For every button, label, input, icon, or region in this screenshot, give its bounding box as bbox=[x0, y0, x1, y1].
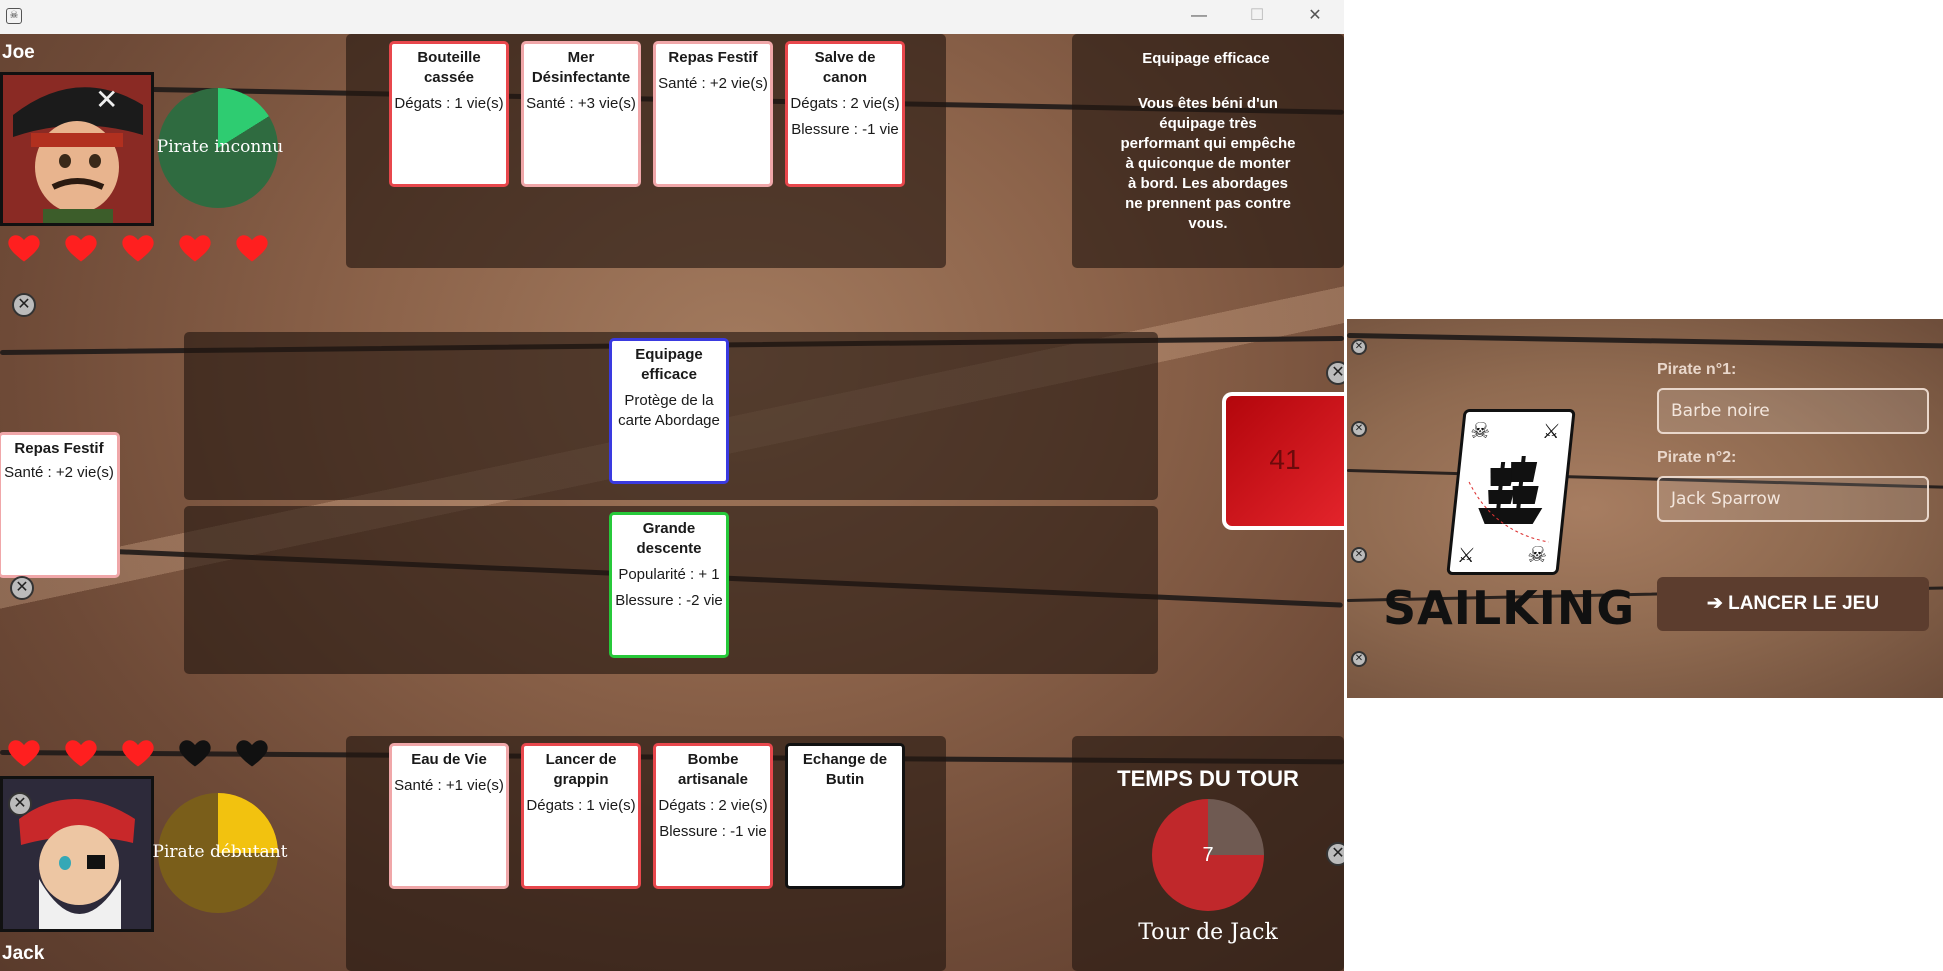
card-effect: Protège de la carte Abordage bbox=[618, 392, 720, 429]
card-title: Eau de Vie bbox=[411, 751, 487, 768]
deck-count: 41 bbox=[1269, 444, 1301, 475]
card-title: Bombe artisanale bbox=[677, 751, 749, 788]
launch-game-button[interactable]: ➔ LANCER LE JEU bbox=[1657, 577, 1929, 631]
player-played-card[interactable]: Grande descente Popularité : + 1 Blessur… bbox=[609, 512, 729, 658]
arrow-right-icon: ➔ bbox=[1706, 593, 1729, 614]
minimize-button[interactable]: — bbox=[1170, 0, 1228, 34]
heart-icon bbox=[6, 735, 42, 771]
pirate-portrait-icon: ✕ bbox=[3, 75, 151, 223]
card-effect: Dégats : 2 vie(s) bbox=[658, 797, 768, 814]
hand-card[interactable]: Salve de canon Dégats : 2 vie(s) Blessure … bbox=[785, 41, 905, 187]
card-effect: Dégats : 1 vie(s) bbox=[394, 95, 504, 112]
hand-card[interactable]: Bouteille cassée Dégats : 1 vie(s) bbox=[389, 41, 509, 187]
player-side-button[interactable]: ✕ bbox=[8, 792, 32, 816]
card-title: Echange de Butin bbox=[802, 751, 888, 788]
pirate-ship-icon: ☠ ⚔ ⚔ ☠ bbox=[1456, 419, 1561, 568]
timer-title: TEMPS DU TOUR bbox=[1117, 766, 1299, 791]
card-title: Repas Festif bbox=[668, 49, 758, 66]
side-button[interactable]: ✕ bbox=[1351, 339, 1367, 355]
info-title: Equipage efficace bbox=[1142, 50, 1270, 67]
deck-side-button[interactable]: ✕ bbox=[1326, 361, 1344, 385]
card-effect: Santé : +2 vie(s) bbox=[4, 464, 114, 481]
heart-icon bbox=[63, 230, 99, 266]
opponent-avatar: ✕ bbox=[0, 72, 154, 226]
card-title: Equipage efficace bbox=[635, 346, 703, 383]
player-name: Jack bbox=[2, 943, 45, 964]
logo-card-image: ☠ ⚔ ⚔ ☠ bbox=[1446, 409, 1576, 575]
draw-deck[interactable]: 41 bbox=[1222, 392, 1344, 530]
game-window: ☠ — ☐ ✕ Joe ✕ Pirate inconnu ✕ Bouteille… bbox=[0, 0, 1344, 971]
svg-text:☠: ☠ bbox=[1469, 419, 1491, 444]
side-button[interactable]: ✕ bbox=[1351, 651, 1367, 667]
opponent-played-card[interactable]: Equipage efficace Protège de la carte Ab… bbox=[609, 338, 729, 484]
card-title: Mer Désinfectante bbox=[531, 49, 631, 86]
svg-text:✕: ✕ bbox=[95, 83, 118, 116]
discard-card[interactable]: Repas Festif Santé : +2 vie(s) bbox=[0, 432, 120, 578]
card-title: Grande descente bbox=[636, 520, 702, 557]
heart-icon bbox=[177, 230, 213, 266]
card-title: Repas Festif bbox=[14, 440, 104, 457]
empty-heart-icon bbox=[234, 735, 270, 771]
title-bar: ☠ — ☐ ✕ bbox=[0, 0, 1344, 34]
card-title: Lancer de grappin bbox=[545, 751, 617, 788]
timer-side-button[interactable]: ✕ bbox=[1326, 842, 1344, 866]
card-effect: Blessure : -2 vie bbox=[615, 592, 723, 609]
close-button[interactable]: ✕ bbox=[1286, 0, 1344, 34]
opponent-name: Joe bbox=[2, 42, 35, 63]
pirate1-label: Pirate n°1: bbox=[1657, 361, 1737, 378]
pirate2-input[interactable]: Jack Sparrow bbox=[1657, 476, 1929, 522]
card-effect: Dégats : 2 vie(s) bbox=[790, 95, 900, 112]
svg-text:⚔: ⚔ bbox=[1541, 419, 1561, 443]
discard-close-button[interactable]: ✕ bbox=[10, 576, 34, 600]
svg-text:☠: ☠ bbox=[1526, 543, 1548, 568]
empty-heart-icon bbox=[177, 735, 213, 771]
opponent-rank-label: Pirate inconnu bbox=[156, 137, 284, 157]
heart-icon bbox=[120, 735, 156, 771]
hand-card[interactable]: Eau de Vie Santé : +1 vie(s) bbox=[389, 743, 509, 889]
hand-card[interactable]: Lancer de grappin Dégats : 1 vie(s) bbox=[521, 743, 641, 889]
hand-card[interactable]: Repas Festif Santé : +2 vie(s) bbox=[653, 41, 773, 187]
card-title: Bouteille cassée bbox=[417, 49, 481, 86]
card-effect: Popularité : + 1 bbox=[618, 566, 720, 583]
card-effect: Santé : +1 vie(s) bbox=[394, 777, 504, 794]
app-icon: ☠ bbox=[6, 8, 22, 24]
game-logo: SAILKING bbox=[1383, 581, 1636, 635]
maximize-button[interactable]: ☐ bbox=[1228, 0, 1286, 34]
side-button[interactable]: ✕ bbox=[1351, 547, 1367, 563]
launch-label: LANCER LE JEU bbox=[1728, 593, 1880, 614]
card-effect: Dégats : 1 vie(s) bbox=[526, 797, 636, 814]
info-description: Vous êtes béni d'un équipage très perfor… bbox=[1120, 95, 1296, 232]
card-title: Salve de canon bbox=[814, 49, 876, 86]
player-rank-label: Pirate débutant bbox=[152, 842, 288, 862]
hand-card[interactable]: Mer Désinfectante Santé : +3 vie(s) bbox=[521, 41, 641, 187]
opponent-discard-button[interactable]: ✕ bbox=[12, 293, 36, 317]
svg-text:⚔: ⚔ bbox=[1456, 543, 1476, 567]
current-turn-label: Tour de Jack bbox=[1138, 920, 1278, 945]
launcher-window: ☠ ⚔ ⚔ ☠ SAILKING Pirate n°1: Barbe noire… bbox=[1347, 319, 1943, 698]
hand-card[interactable]: Bombe artisanale Dégats : 2 vie(s) Blessur… bbox=[653, 743, 773, 889]
pirate1-input[interactable]: Barbe noire bbox=[1657, 388, 1929, 434]
heart-icon bbox=[63, 735, 99, 771]
heart-icon bbox=[6, 230, 42, 266]
pirate2-label: Pirate n°2: bbox=[1657, 449, 1737, 466]
hand-card[interactable]: Echange de Butin bbox=[785, 743, 905, 889]
heart-icon bbox=[120, 230, 156, 266]
rope-decoration bbox=[1347, 333, 1943, 349]
turn-timer-value: 7 bbox=[1202, 844, 1214, 866]
card-effect: Santé : +2 vie(s) bbox=[658, 75, 768, 92]
card-effect: Blessure : -1 vie bbox=[659, 823, 767, 840]
card-effect: Blessure : -1 vie bbox=[791, 121, 899, 138]
card-effect: Santé : +3 vie(s) bbox=[526, 95, 636, 112]
side-button[interactable]: ✕ bbox=[1351, 421, 1367, 437]
heart-icon bbox=[234, 230, 270, 266]
